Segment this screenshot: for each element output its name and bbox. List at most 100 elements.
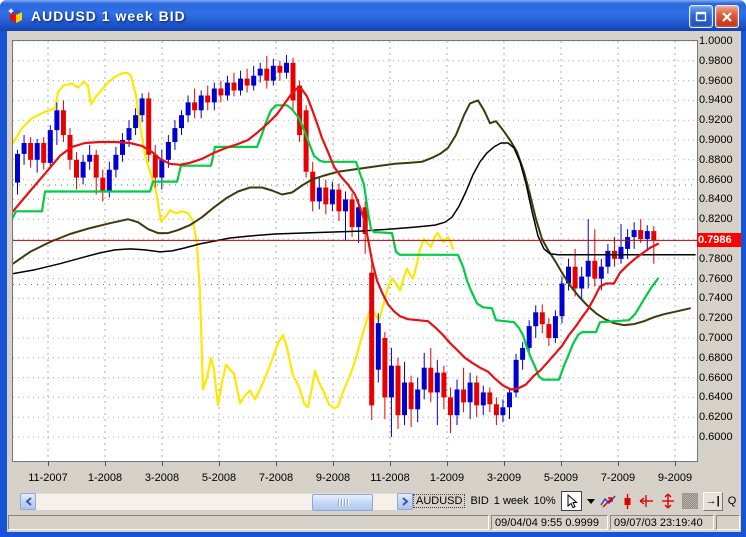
price-axis-label: 0.7200: [699, 312, 733, 324]
restore-button[interactable]: [689, 5, 713, 28]
time-axis-tick: [675, 461, 676, 466]
price-axis-label: 0.9000: [699, 134, 733, 146]
candle: [185, 102, 191, 116]
time-axis-label: 1-2008: [87, 472, 123, 484]
candle: [15, 153, 20, 183]
price-axis-label: 0.9200: [699, 114, 733, 126]
candlestick-icon[interactable]: [622, 493, 633, 510]
crosshair-left-icon[interactable]: [638, 493, 655, 509]
candle: [369, 272, 375, 406]
time-axis-label: 3-2008: [144, 472, 180, 484]
candle: [28, 143, 34, 160]
cursor-tool-icon[interactable]: [560, 491, 582, 511]
price-axis-label: 0.9400: [699, 94, 733, 106]
candle: [152, 154, 158, 178]
candle: [598, 266, 604, 279]
time-axis-label: 5-2008: [201, 472, 237, 484]
scroll-right-button[interactable]: [397, 493, 413, 510]
candle: [270, 65, 276, 81]
dropdown-caret-icon[interactable]: [586, 498, 595, 504]
time-axis-tick: [618, 461, 619, 466]
candle: [585, 260, 591, 277]
candle: [192, 102, 198, 111]
candle: [172, 128, 178, 142]
time-axis-label: 1-2009: [429, 472, 465, 484]
chart-toolbar: AUDUSD BID 1 week 10% →| Q: [413, 490, 741, 512]
time-axis[interactable]: 11-2007 1-2008 3-2008 5-2008 7-2008 9-2008 11-…: [12, 461, 698, 487]
candle: [467, 382, 473, 403]
candle: [257, 68, 263, 76]
time-axis-tick: [390, 461, 391, 466]
title-bar[interactable]: AUDUSD 1 week BID: [0, 0, 746, 31]
candle: [244, 78, 250, 86]
candle: [480, 392, 486, 406]
price-axis-label: 0.7400: [699, 292, 733, 304]
candle: [618, 246, 624, 259]
candle: [264, 68, 270, 81]
candle: [284, 62, 289, 73]
goto-end-icon[interactable]: →|: [702, 491, 723, 511]
candle: [60, 110, 66, 136]
candle: [47, 130, 53, 163]
candle: [546, 324, 552, 338]
candle: [402, 382, 407, 416]
time-axis-tick: [504, 461, 505, 466]
candle: [474, 382, 480, 406]
grid-pattern-icon[interactable]: [681, 493, 698, 509]
candle: [592, 260, 598, 279]
time-axis-tick: [105, 461, 106, 466]
candle: [520, 347, 526, 360]
candle: [297, 85, 303, 136]
candle: [87, 154, 93, 162]
candle: [179, 115, 184, 129]
candle: [408, 382, 414, 410]
symbol-label[interactable]: AUDUSD: [413, 494, 466, 508]
time-axis-label: 9-2009: [657, 472, 693, 484]
chart-plot-area[interactable]: [12, 40, 698, 462]
candle: [106, 169, 112, 192]
trendline-icon[interactable]: [600, 493, 617, 509]
candle: [198, 95, 204, 111]
candle: [493, 404, 499, 416]
time-axis-tick: [333, 461, 334, 466]
candle: [441, 372, 447, 398]
scrollbar-track[interactable]: [36, 493, 397, 511]
time-axis-label: 11-2008: [370, 472, 410, 484]
candle: [343, 199, 348, 212]
scroll-left-button[interactable]: [20, 493, 36, 510]
time-axis-tick: [276, 461, 277, 466]
goto-end-glyph: →|: [705, 495, 720, 507]
green-ma: [13, 104, 660, 381]
scrollbar-thumb[interactable]: [312, 494, 373, 511]
candle: [126, 128, 132, 140]
candle: [54, 110, 60, 131]
candle: [625, 237, 631, 249]
candle: [559, 283, 565, 317]
time-axis-tick: [162, 461, 163, 466]
status-left-panel: [8, 515, 489, 530]
price-axis-label: 0.6200: [699, 411, 733, 423]
candle: [159, 159, 165, 178]
time-axis-label: 9-2008: [315, 472, 351, 484]
crosshair-updown-icon[interactable]: [660, 493, 677, 509]
price-axis-label: 0.7000: [699, 332, 733, 344]
candle: [382, 338, 388, 398]
candle: [500, 407, 506, 416]
status-time2-panel: 09/07/03 23:19:40: [610, 515, 714, 530]
price-axis-label: 0.7600: [699, 273, 733, 285]
close-button[interactable]: [715, 5, 739, 28]
price-axis-label: 0.9800: [699, 55, 733, 67]
candle: [507, 392, 512, 408]
candle: [205, 95, 211, 103]
candle: [93, 154, 99, 178]
candle: [434, 372, 440, 393]
candle: [251, 75, 257, 86]
candle: [487, 392, 493, 405]
candle: [133, 115, 139, 129]
app-window: AUDUSD 1 week BID 1.0000 0.9800 0.9600 0.94…: [0, 0, 746, 537]
candle: [100, 177, 106, 192]
candle: [415, 389, 421, 410]
time-axis-tick: [48, 461, 49, 466]
price-axis[interactable]: 1.0000 0.9800 0.9600 0.9400 0.9200 0.9000 0.88…: [697, 35, 741, 465]
chart-scrollbar[interactable]: [20, 493, 413, 511]
